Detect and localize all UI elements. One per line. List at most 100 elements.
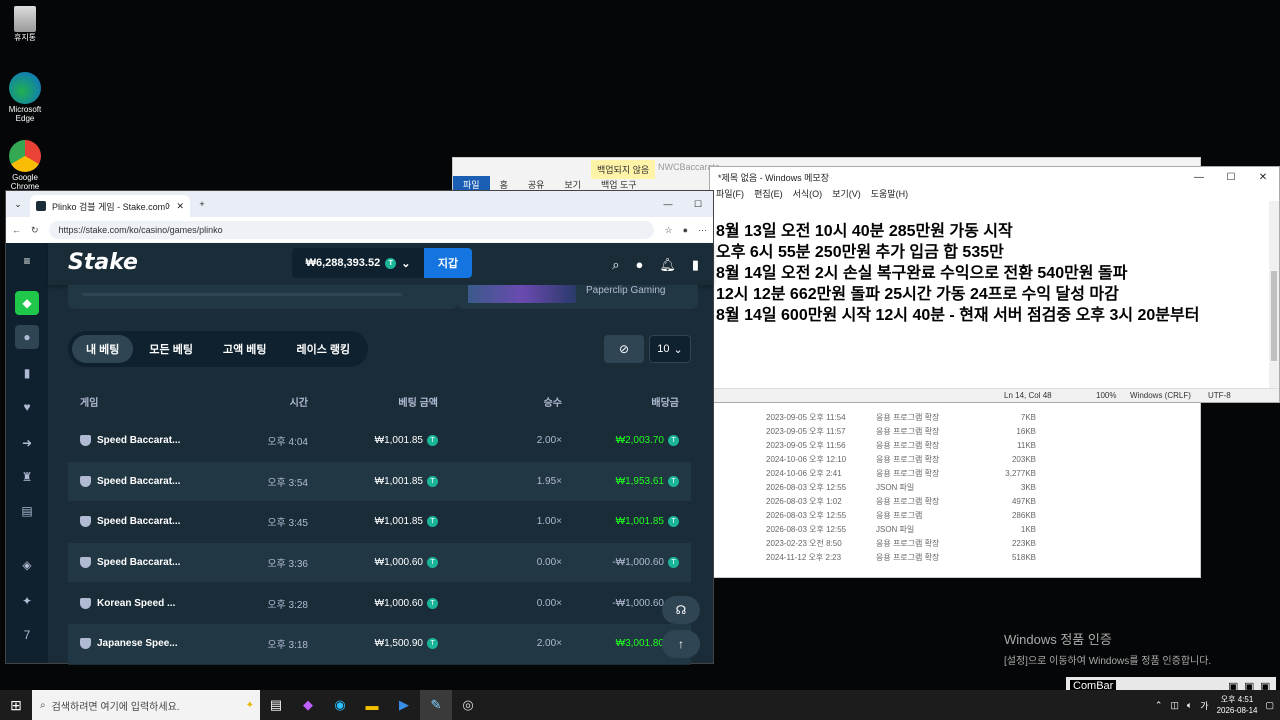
live-support-button[interactable]: ☊ — [662, 596, 700, 624]
file-row[interactable]: 2024-11-12 오후 2:23 응용 프로그램 확장 518KB — [766, 550, 1036, 564]
table-row[interactable]: Japanese Spee... 오후 3:18 ₩1,500.90 T 2.00× ₩3… — [68, 623, 691, 665]
originals-icon[interactable]: ◈ — [15, 553, 39, 577]
bet-amount: ₩1,000.60 — [374, 557, 423, 569]
column-multiplier: 승수 — [543, 397, 562, 409]
file-explorer-icon[interactable]: ▬ — [356, 690, 388, 720]
menu-edit[interactable]: 편집(E) — [754, 187, 783, 201]
recent-icon[interactable]: ➜ — [15, 431, 39, 455]
maximize-icon[interactable]: ☐ — [683, 199, 713, 210]
file-row[interactable]: 2024-10-06 오후 2:41 응용 프로그램 확장 3,277KB — [766, 466, 1036, 480]
file-row[interactable]: 2026-08-03 오후 12:55 JSON 파일 3KB — [766, 480, 1036, 494]
slots-icon[interactable]: 7 — [15, 623, 39, 647]
task-view-icon[interactable]: ▤ — [260, 690, 292, 720]
address-bar[interactable]: https://stake.com/ko/casino/games/plinko — [48, 221, 655, 239]
menu-help[interactable]: 도움말(H) — [871, 187, 908, 201]
table-row[interactable]: Speed Baccarat... 오후 3:54 ₩1,001.85 T 1.95× ₩… — [68, 461, 691, 503]
my-bets-icon[interactable]: ▤ — [15, 499, 39, 523]
file-row[interactable]: 2023-09-05 오후 11:56 응용 프로그램 확장 11KB — [766, 438, 1036, 452]
column-payout: 배당금 — [651, 397, 679, 409]
tab-race-leaderboard[interactable]: 레이스 랭킹 — [283, 335, 365, 363]
tab-list-icon[interactable]: ⌄ — [6, 199, 30, 210]
promo-card-right[interactable]: Paperclip Gaming — [458, 285, 698, 309]
chevron-down-icon: ⌄ — [401, 257, 411, 270]
table-row[interactable]: Speed Baccarat... 오후 4:04 ₩1,001.85 T 2.00× ₩… — [68, 421, 691, 462]
hide-amounts-button[interactable]: ⊘ — [604, 335, 644, 363]
multiplier-cell: 0.00× — [536, 597, 562, 609]
network-icon[interactable]: ◫ — [1170, 700, 1179, 711]
notepad-icon[interactable]: ✎ — [420, 690, 452, 720]
file-row[interactable]: 2023-09-05 오후 11:57 응용 프로그램 확장 16KB — [766, 424, 1036, 438]
tray-overflow-icon[interactable]: ⌃ — [1155, 700, 1163, 711]
menu-format[interactable]: 서식(O) — [793, 187, 823, 201]
file-row[interactable]: 2026-08-03 오후 12:55 JSON 파일 1KB — [766, 522, 1036, 536]
text-line: 8월 13일 오전 10시 40분 285만원 가동 시작 — [716, 223, 1013, 240]
sports-icon[interactable]: ● — [15, 325, 39, 349]
volume-icon[interactable]: 🔈︎ — [1187, 700, 1192, 711]
menu-icon[interactable]: ⋯ — [698, 225, 707, 236]
file-row[interactable]: 2026-08-03 오후 12:55 응용 프로그램 286KB — [766, 508, 1036, 522]
table-row[interactable]: Korean Speed ... 오후 3:28 ₩1,000.60 T 0.00× -₩… — [68, 583, 691, 624]
tab-high-rollers[interactable]: 고액 베팅 — [209, 335, 281, 363]
close-tab-icon[interactable]: ✕ — [176, 201, 184, 212]
notepad-text-area[interactable]: 8월 13일 오전 10시 40분 285만원 가동 시작 오후 6시 55분 … — [716, 221, 1272, 326]
balance-selector[interactable]: ₩6,288,393.52 T ⌄ — [292, 248, 424, 278]
casino-icon[interactable]: ◆ — [15, 291, 39, 315]
stake-logo[interactable]: Stake — [68, 250, 138, 275]
new-releases-icon[interactable]: ✦ — [15, 589, 39, 613]
scroll-top-button[interactable]: ↑ — [662, 630, 700, 658]
reload-icon[interactable]: ↻ — [31, 225, 39, 236]
maximize-icon[interactable]: ☐ — [1215, 172, 1247, 183]
promo-card-left[interactable] — [68, 285, 458, 309]
text-line: 8월 14일 오전 2시 손실 복구완료 수익으로 전환 540만원 돌파 — [716, 265, 1128, 282]
desktop-icon-recycle-bin[interactable]: 휴지통 — [4, 6, 46, 43]
file-row[interactable]: 2026-08-03 오후 1:02 응용 프로그램 확장 497KB — [766, 494, 1036, 508]
bet-cell: ₩1,001.85 T — [308, 516, 438, 528]
copilot-icon[interactable]: ◆ — [292, 690, 324, 720]
notification-bell-icon[interactable]: 🔔︎ — [659, 257, 676, 273]
favorites-icon[interactable]: ♥ — [15, 395, 39, 419]
ime-indicator[interactable]: 가 — [1200, 699, 1208, 712]
tab-all-bets[interactable]: 모든 베팅 — [135, 335, 207, 363]
taskbar-search[interactable]: ⌕ 검색하려면 여기에 입력하세요. ✦ — [32, 690, 260, 720]
profile-icon[interactable]: ● — [683, 225, 688, 235]
tether-coin-icon: T — [427, 597, 438, 609]
payout-amount: ₩3,001.80 — [615, 638, 664, 650]
table-row[interactable]: Speed Baccarat... 오후 3:45 ₩1,001.85 T 1.00× ₩… — [68, 502, 691, 543]
tab-my-bets[interactable]: 내 베팅 — [72, 335, 134, 363]
file-row[interactable]: 2023-09-05 오후 11:54 응용 프로그램 확장 7KB — [766, 410, 1036, 424]
notepad-scrollbar[interactable] — [1269, 201, 1279, 389]
desktop-icon-chrome[interactable]: Google Chrome — [4, 140, 46, 192]
chrome-icon[interactable]: ◎ — [452, 690, 484, 720]
terminal-icon[interactable]: ▶ — [388, 690, 420, 720]
windows-start-icon[interactable]: ⊞ — [0, 690, 32, 720]
clock[interactable]: 오후 4:51 2026-08-14 — [1217, 694, 1258, 716]
menu-view[interactable]: 보기(V) — [832, 187, 861, 201]
minimize-icon[interactable]: — — [653, 199, 683, 209]
challenges-icon[interactable]: ♜ — [15, 465, 39, 489]
file-row[interactable]: 2024-10-06 오후 12:10 응용 프로그램 확장 203KB — [766, 452, 1036, 466]
file-row[interactable]: 2023-02-23 오전 8:50 응용 프로그램 확장 223KB — [766, 536, 1036, 550]
stake-favicon-icon — [36, 201, 46, 211]
menu-file[interactable]: 파일(F) — [716, 187, 744, 201]
wallet-button[interactable]: 지갑 — [424, 248, 472, 278]
star-icon[interactable]: ☆ — [664, 225, 672, 236]
column-time: 시간 — [289, 397, 308, 409]
hamburger-menu-icon[interactable]: ≡ — [15, 249, 39, 273]
edge-icon[interactable]: ◉ — [324, 690, 356, 720]
table-row[interactable]: Speed Baccarat... 오후 3:36 ₩1,000.60 T 0.00× -… — [68, 542, 691, 584]
new-tab-icon[interactable]: + — [190, 199, 214, 209]
back-icon[interactable]: ← — [12, 225, 21, 235]
browser-tab[interactable]: Plinko 검블 게임 - Stake.com에서 ✕ — [30, 195, 190, 217]
desktop-icon-edge[interactable]: Microsoft Edge — [4, 72, 46, 124]
user-icon[interactable]: ● — [635, 257, 643, 273]
search-icon[interactable]: ⌕ — [612, 257, 619, 273]
game-icon — [80, 557, 91, 569]
minimize-icon[interactable]: — — [1183, 172, 1215, 183]
page-size-select[interactable]: 10 ⌄ — [649, 335, 691, 363]
desktop-icon-label: Microsoft Edge — [8, 105, 42, 123]
close-icon[interactable]: ✕ — [1247, 172, 1279, 183]
notification-icon[interactable]: ▢ — [1265, 700, 1274, 711]
bookmark-icon[interactable]: ▮ — [15, 361, 39, 385]
bet-cell: ₩1,000.60 T — [308, 597, 438, 609]
chat-panel-icon[interactable]: ▮ — [692, 257, 699, 273]
